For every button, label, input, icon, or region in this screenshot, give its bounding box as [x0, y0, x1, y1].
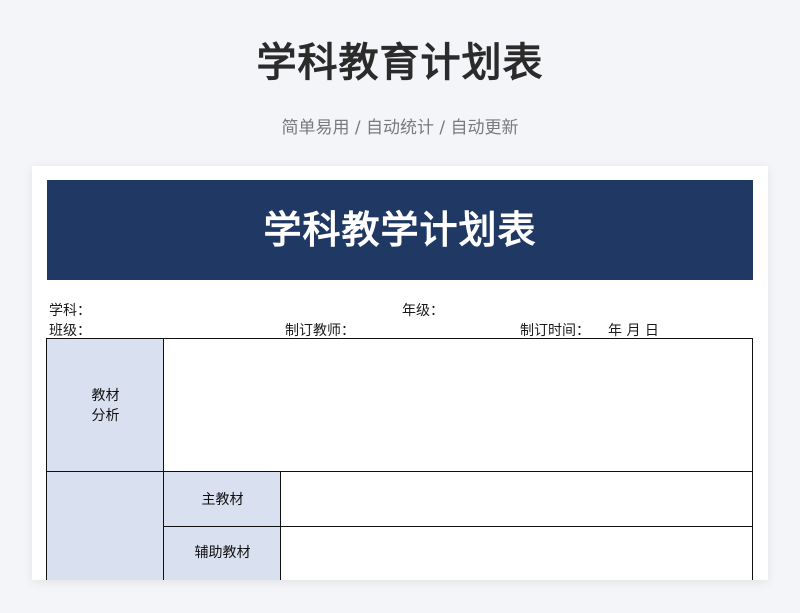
class-label: 班级：	[49, 323, 91, 339]
time-label: 制订时间：	[520, 323, 590, 339]
grade-label: 年级：	[402, 303, 444, 319]
aux-textbook-label: 辅助教材	[163, 526, 282, 580]
subject-label: 学科：	[49, 303, 91, 319]
sheet-banner-title: 学科教学计划表	[47, 180, 753, 280]
teaching-group-label: 教学	[46, 471, 165, 580]
teacher-label: 制订教师：	[285, 323, 355, 339]
spreadsheet-preview: 学科教学计划表 学科： 年级： 班级： 制订教师： 制订时间： 年 月 日 教材…	[32, 166, 768, 580]
date-placeholder: 年 月 日	[608, 323, 659, 339]
main-textbook-label: 主教材	[163, 471, 282, 528]
textbook-analysis-cell[interactable]	[163, 338, 753, 473]
aux-textbook-cell[interactable]	[280, 526, 753, 580]
plan-table: 教材 分析 教学 主教材 辅助教材	[46, 338, 753, 580]
main-textbook-cell[interactable]	[280, 471, 753, 528]
textbook-analysis-label: 教材 分析	[46, 338, 165, 473]
page-subtitle: 简单易用 / 自动统计 / 自动更新	[281, 118, 519, 138]
page-title: 学科教育计划表	[256, 40, 544, 86]
